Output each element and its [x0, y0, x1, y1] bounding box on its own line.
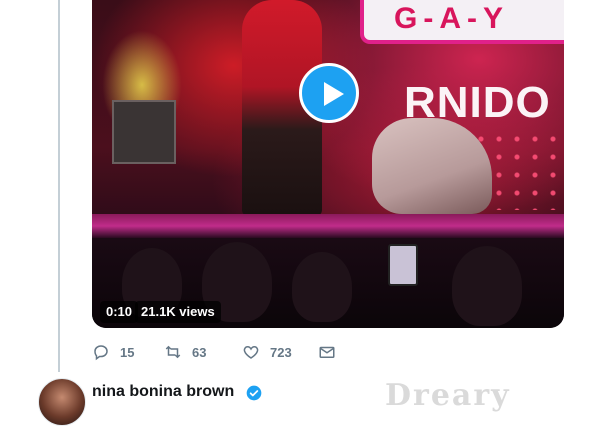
- next-tweet[interactable]: nina bonina brown Dreary: [0, 372, 600, 426]
- direct-message-button[interactable]: [318, 340, 346, 364]
- video-player[interactable]: G-A-Y RNIDO: [92, 0, 564, 328]
- author-name[interactable]: nina bonina brown: [92, 383, 234, 401]
- thread-line: [58, 0, 60, 372]
- heart-icon: [243, 345, 259, 359]
- stage-floor: [92, 214, 564, 238]
- retweet-count: 63: [192, 344, 207, 360]
- retweet-button[interactable]: 63: [164, 340, 206, 364]
- like-button[interactable]: 723: [242, 340, 292, 364]
- stage-sign-text: G-A-Y: [394, 2, 509, 35]
- envelope-icon: [319, 346, 335, 358]
- like-count: 723: [270, 344, 292, 360]
- crowd-head: [292, 252, 352, 322]
- phone-in-crowd: [388, 244, 418, 286]
- reply-icon: [94, 345, 108, 361]
- stage-speaker: [112, 100, 176, 164]
- video-duration-badge: 0:10: [100, 301, 139, 323]
- verified-badge-icon: [246, 385, 262, 401]
- crowd-head: [452, 246, 522, 326]
- reply-count: 15: [120, 344, 135, 360]
- avatar[interactable]: [38, 378, 86, 426]
- stage-sign: G-A-Y: [360, 0, 564, 44]
- watermark-logo: Dreary: [385, 378, 511, 413]
- play-button[interactable]: [299, 63, 359, 123]
- retweet-icon: [165, 345, 181, 359]
- video-views-badge: 21.1K views: [135, 301, 221, 323]
- reply-button[interactable]: 15: [92, 340, 134, 364]
